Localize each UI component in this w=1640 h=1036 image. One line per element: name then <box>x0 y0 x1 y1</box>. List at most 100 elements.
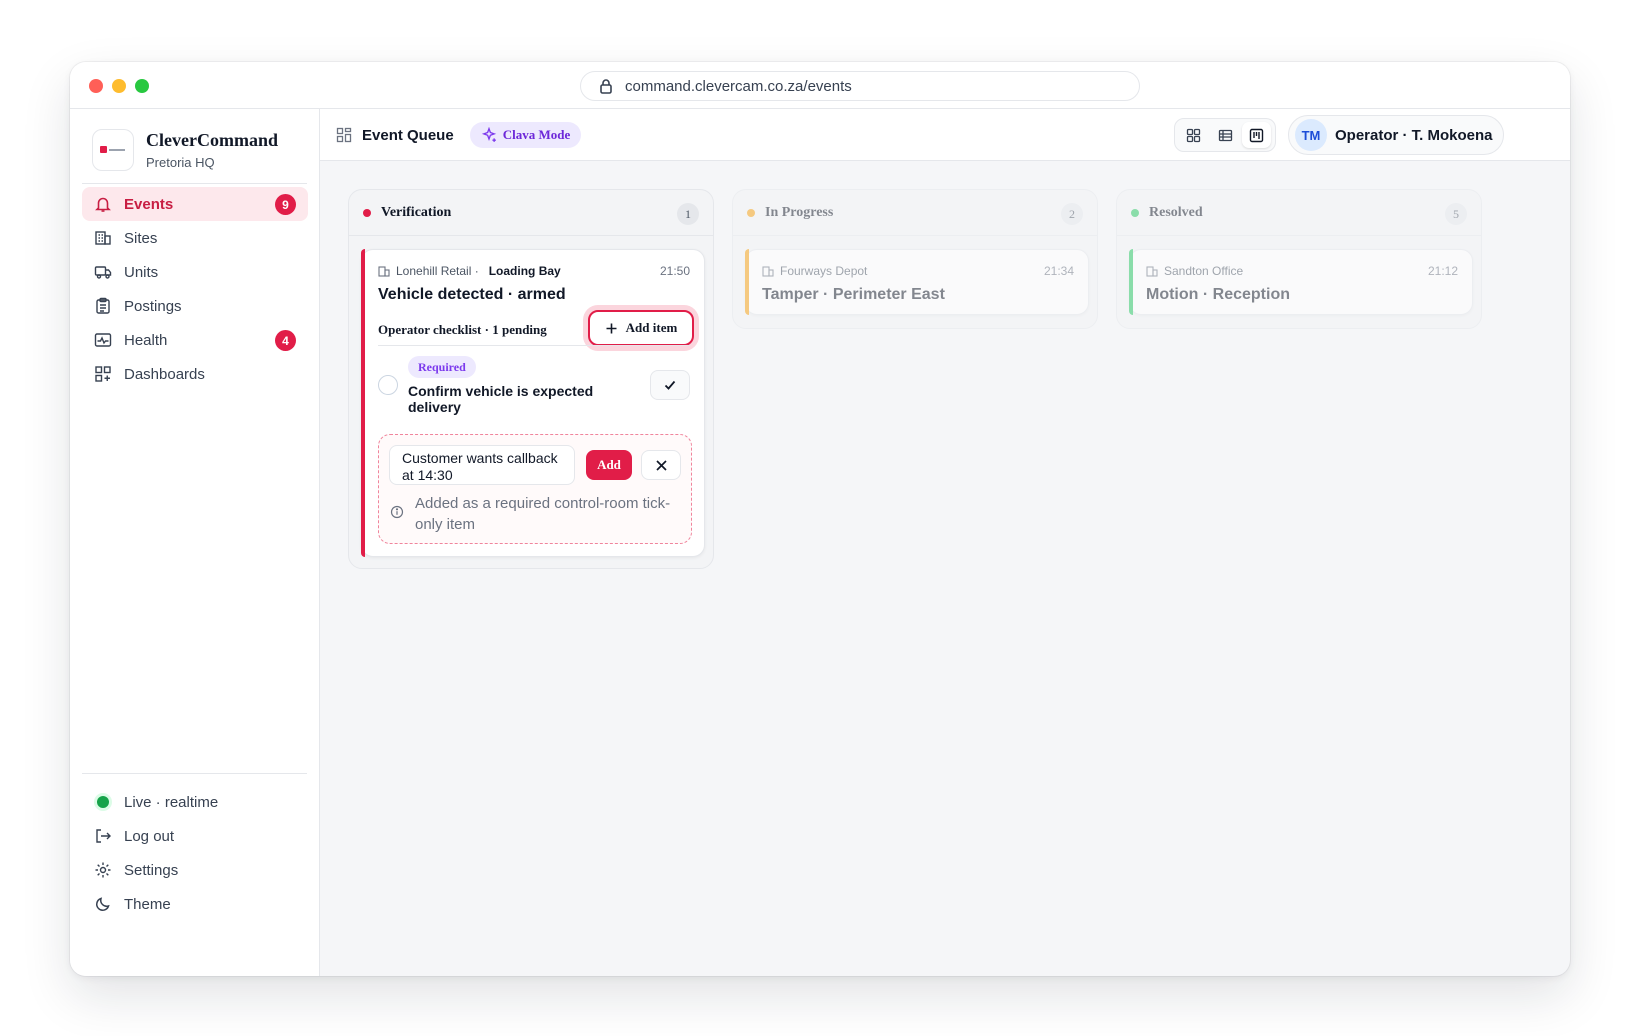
theme-label: Theme <box>124 895 171 913</box>
column-in-progress: In Progress 2 Fourways Depot 21:34 Tampe… <box>732 189 1098 329</box>
sidebar-item-units[interactable]: Units <box>82 255 308 289</box>
card-site: Fourways Depot <box>762 264 867 278</box>
sidebar-item-label: Dashboards <box>124 365 205 383</box>
lock-icon <box>600 79 612 94</box>
topbar: Event Queue Clava Mode TM Operator · T. … <box>320 109 1570 161</box>
browser-titlebar: command.clevercam.co.za/events <box>70 62 1570 109</box>
card-site: Sandton Office <box>1146 264 1243 278</box>
close-window-button[interactable] <box>89 79 103 93</box>
sidebar-item-label: Postings <box>124 297 182 315</box>
events-count-badge: 9 <box>275 194 296 215</box>
queue-icon <box>336 127 352 143</box>
dashboard-icon <box>95 366 111 382</box>
sidebar-item-postings[interactable]: Postings <box>82 289 308 323</box>
card-title: Tamper · Perimeter East <box>762 286 945 303</box>
moon-icon <box>96 897 110 911</box>
main-area: Event Queue Clava Mode TM Operator · T. … <box>320 109 1570 976</box>
new-item-input[interactable]: Customer wants callback at 14:30 <box>389 445 575 485</box>
card-status-stripe <box>1129 249 1133 315</box>
divider <box>82 183 307 184</box>
logout-button[interactable]: Log out <box>82 819 308 853</box>
grid-view-button[interactable] <box>1179 122 1208 148</box>
building-icon <box>95 231 111 245</box>
health-count-badge: 4 <box>275 330 296 351</box>
bottom-nav: Live · realtime Log out Settings Theme <box>82 785 308 921</box>
column-title: In Progress <box>765 204 834 220</box>
theme-button[interactable]: Theme <box>82 887 308 921</box>
form-hint: Added as a required control-room tick-on… <box>415 495 671 533</box>
close-icon <box>655 459 667 471</box>
column-count: 1 <box>677 203 699 225</box>
building-icon <box>762 266 774 277</box>
add-item-form: Customer wants callback at 14:30 Add Add… <box>378 434 692 544</box>
grid-icon <box>1186 128 1200 142</box>
sparkle-icon <box>481 127 496 142</box>
settings-button[interactable]: Settings <box>82 853 308 887</box>
event-card[interactable]: Sandton Office 21:12 Motion · Reception <box>1129 249 1473 315</box>
avatar: TM <box>1295 119 1327 151</box>
board-view-button[interactable] <box>1242 122 1272 148</box>
clipboard-icon <box>96 297 110 314</box>
divider <box>82 773 307 774</box>
sidebar-item-events[interactable]: Events 9 <box>82 187 308 221</box>
sidebar-item-sites[interactable]: Sites <box>82 221 308 255</box>
sidebar-item-dashboards[interactable]: Dashboards <box>82 357 308 391</box>
card-status-stripe <box>745 249 749 315</box>
card-site-name: Fourways Depot <box>780 264 868 278</box>
brand-logo <box>92 129 134 171</box>
kanban-icon <box>1249 128 1264 142</box>
list-icon <box>1218 129 1232 141</box>
clava-mode-label: Clava Mode <box>502 127 571 142</box>
list-view-button[interactable] <box>1211 122 1240 148</box>
maximize-window-button[interactable] <box>135 79 149 93</box>
main-nav: Events 9 Sites Units Postings Health 4 D… <box>82 187 308 391</box>
clava-mode-badge[interactable]: Clava Mode <box>469 122 582 148</box>
column-header: Verification 1 <box>349 190 713 236</box>
sidebar: CleverCommand Pretoria HQ Events 9 Sites… <box>70 109 320 976</box>
sidebar-item-health[interactable]: Health 4 <box>82 323 308 357</box>
sidebar-item-label: Sites <box>124 229 158 247</box>
add-button[interactable]: Add <box>586 450 632 480</box>
column-count: 2 <box>1061 203 1083 225</box>
page-title: Event Queue <box>362 126 454 144</box>
event-card[interactable]: Lonehill Retail · Loading Bay 21:50 Vehi… <box>361 249 705 557</box>
user-name: Operator · T. Mokoena <box>1335 126 1493 144</box>
column-status-dot <box>363 208 371 217</box>
minimize-window-button[interactable] <box>112 79 126 93</box>
sidebar-item-label: Units <box>124 263 159 281</box>
divider <box>378 345 690 346</box>
column-header: In Progress 2 <box>733 190 1097 236</box>
info-icon <box>390 505 404 519</box>
view-toggle <box>1174 118 1276 152</box>
brand-name: CleverCommand <box>146 130 278 150</box>
tick-button[interactable] <box>650 370 690 400</box>
column-status-dot <box>1131 208 1139 217</box>
card-title: Vehicle detected · armed <box>378 286 566 303</box>
card-site: Lonehill Retail · Loading Bay <box>378 264 561 278</box>
brand: CleverCommand Pretoria HQ <box>92 129 278 171</box>
column-title: Verification <box>381 204 452 220</box>
add-item-button[interactable]: Add item <box>588 310 694 346</box>
truck-icon <box>94 266 112 279</box>
cancel-button[interactable] <box>641 450 681 480</box>
live-status-dot <box>97 796 109 808</box>
checklist-item-text: Confirm vehicle is expected delivery <box>408 383 594 415</box>
column-resolved: Resolved 5 Sandton Office 21:12 Motion ·… <box>1116 189 1482 329</box>
live-status: Live · realtime <box>82 785 308 819</box>
card-site-name: Lonehill Retail · <box>396 264 479 278</box>
gear-icon <box>95 862 111 878</box>
pulse-icon <box>94 333 112 347</box>
bell-icon <box>95 197 111 212</box>
sidebar-item-label: Events <box>124 195 174 213</box>
event-card[interactable]: Fourways Depot 21:34 Tamper · Perimeter … <box>745 249 1089 315</box>
logout-icon <box>96 829 111 843</box>
plus-icon <box>606 323 617 333</box>
settings-label: Settings <box>124 861 179 879</box>
address-bar[interactable]: command.clevercam.co.za/events <box>580 71 1140 101</box>
building-icon <box>1146 266 1158 277</box>
checklist-item-radio[interactable] <box>378 375 398 395</box>
required-tag: Required <box>408 356 476 378</box>
user-menu[interactable]: TM Operator · T. Mokoena <box>1288 115 1504 155</box>
live-status-label: Live · realtime <box>124 793 219 811</box>
logout-label: Log out <box>124 827 175 845</box>
